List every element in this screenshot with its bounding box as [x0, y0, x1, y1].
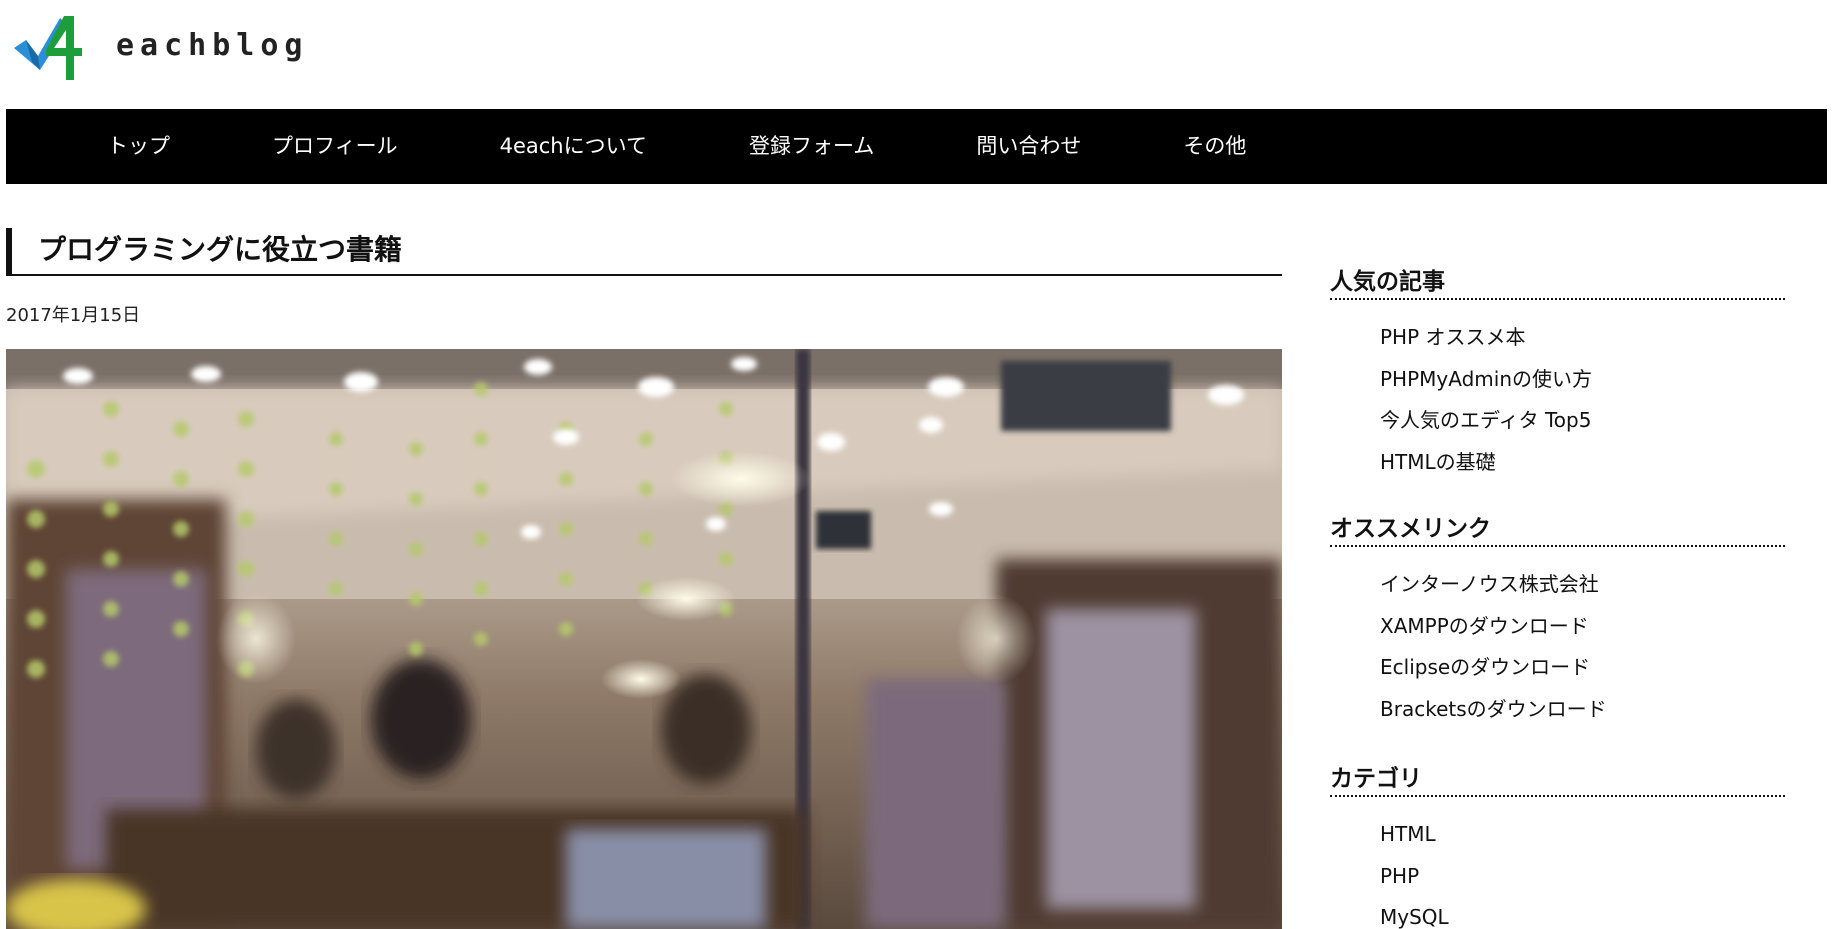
widget-links-title: オススメリンク [1330, 513, 1785, 547]
category-link[interactable]: MySQL [1380, 897, 1785, 929]
category-link[interactable]: HTML [1380, 814, 1785, 856]
nav-list: トップ プロフィール 4eachについて 登録フォーム 問い合わせ その他 [6, 109, 1827, 184]
nav-item-other[interactable]: その他 [1183, 109, 1246, 184]
widget-popular: 人気の記事 PHP オススメ本 PHPMyAdminの使い方 今人気のエディタ … [1330, 266, 1785, 483]
nav-item-profile[interactable]: プロフィール [272, 109, 398, 184]
logo-text: eachblog [116, 28, 309, 63]
popular-link[interactable]: PHPMyAdminの使い方 [1380, 359, 1785, 401]
article-date: 2017年1月15日 [6, 305, 141, 326]
category-link[interactable]: PHP [1380, 856, 1785, 898]
widget-categories-list: HTML PHP MySQL [1330, 797, 1785, 929]
hero-photo-icon [6, 349, 1282, 929]
widget-links: オススメリンク インターノウス株式会社 XAMPPのダウンロード Eclipse… [1330, 513, 1785, 730]
popular-link[interactable]: PHP オススメ本 [1380, 317, 1785, 359]
popular-link[interactable]: 今人気のエディタ Top5 [1380, 400, 1785, 442]
widget-popular-title: 人気の記事 [1330, 266, 1785, 300]
global-nav: トップ プロフィール 4eachについて 登録フォーム 問い合わせ その他 [6, 109, 1827, 184]
page: eachblog トップ プロフィール 4eachについて 登録フォーム 問い合… [0, 0, 1835, 929]
logo-mark-icon [14, 16, 82, 80]
article-title: プログラミングに役立つ書籍 [6, 228, 1282, 276]
recommended-link[interactable]: XAMPPのダウンロード [1380, 606, 1785, 648]
recommended-link[interactable]: Eclipseのダウンロード [1380, 647, 1785, 689]
article-hero-image [6, 349, 1282, 929]
site-header: eachblog [0, 0, 1835, 108]
widget-popular-list: PHP オススメ本 PHPMyAdminの使い方 今人気のエディタ Top5 H… [1330, 300, 1785, 483]
widget-categories: カテゴリ HTML PHP MySQL [1330, 763, 1785, 929]
recommended-link[interactable]: インターノウス株式会社 [1380, 564, 1785, 606]
site-logo[interactable]: eachblog [12, 8, 309, 83]
nav-item-contact[interactable]: 問い合わせ [976, 109, 1081, 184]
nav-item-top[interactable]: トップ [107, 109, 170, 184]
popular-link[interactable]: HTMLの基礎 [1380, 442, 1785, 484]
sidebar: 人気の記事 PHP オススメ本 PHPMyAdminの使い方 今人気のエディタ … [1330, 266, 1785, 929]
nav-item-register[interactable]: 登録フォーム [749, 109, 874, 184]
nav-item-about[interactable]: 4eachについて [500, 109, 647, 184]
widget-categories-title: カテゴリ [1330, 763, 1785, 797]
recommended-link[interactable]: Bracketsのダウンロード [1380, 689, 1785, 731]
widget-links-list: インターノウス株式会社 XAMPPのダウンロード Eclipseのダウンロード … [1330, 547, 1785, 730]
main-content: プログラミングに役立つ書籍 2017年1月15日 [6, 228, 1282, 929]
